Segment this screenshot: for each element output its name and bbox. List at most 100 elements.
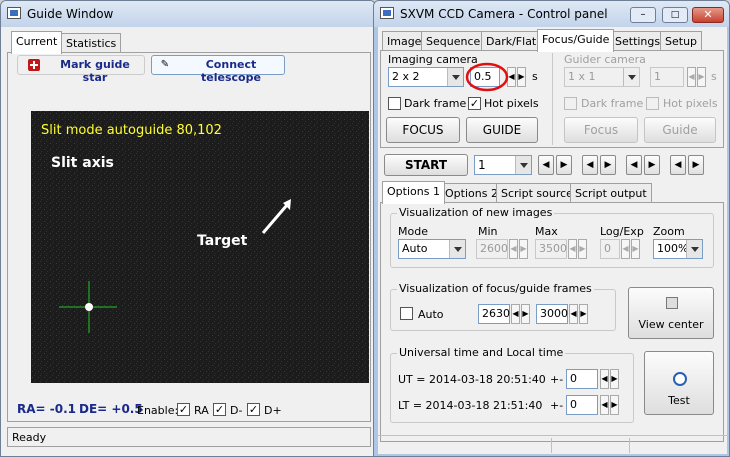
max-value: 3500 (539, 242, 567, 255)
count-select[interactable]: 1 (474, 155, 532, 175)
binning-select[interactable]: 2 x 2 (388, 67, 464, 87)
nav-left-2[interactable]: ◀ (582, 155, 598, 175)
min-label: Min (478, 225, 498, 238)
log-spin-left[interactable]: ◀ (621, 239, 630, 259)
guide-titlebar[interactable]: Guide Window (1, 1, 375, 27)
tab-options-2[interactable]: Options 2 (440, 183, 503, 203)
view-center-button[interactable]: View center (628, 287, 714, 339)
focus-max-value: 3000 (540, 307, 568, 320)
dplus-checkbox[interactable]: ✓ (247, 403, 260, 416)
log-value: 0 (604, 242, 611, 255)
log-label: Log/Exp (600, 225, 644, 238)
exposure-unit: s (532, 70, 538, 83)
zoom-select[interactable]: 100% (653, 239, 703, 259)
tab-statistics[interactable]: Statistics (61, 33, 122, 53)
focus-max-spin-left[interactable]: ◀ (569, 304, 578, 324)
nav-right-1[interactable]: ▶ (556, 155, 572, 175)
min-spin-right[interactable]: ▶ (519, 239, 528, 259)
slit-axis-label: Slit axis (51, 155, 114, 171)
chevron-down-icon (686, 240, 702, 258)
tab-options-1[interactable]: Options 1 (382, 181, 445, 204)
nav-left-4[interactable]: ◀ (670, 155, 686, 175)
nav-right-4[interactable]: ▶ (688, 155, 704, 175)
guider-exposure-spin-right[interactable]: ▶ (697, 67, 706, 87)
focus-min-spin-left[interactable]: ◀ (511, 304, 520, 324)
auto-checkbox[interactable] (400, 307, 413, 320)
min-value: 2600 (480, 242, 508, 255)
tab-setup[interactable]: Setup (660, 31, 703, 51)
focus-min-input[interactable]: 2630 (478, 304, 510, 324)
tab-settings[interactable]: Settings (610, 31, 666, 51)
de-readout: DE= +0.5 (79, 402, 143, 416)
tab-script-output[interactable]: Script output (570, 183, 652, 203)
max-spin-left[interactable]: ◀ (568, 239, 577, 259)
focus-button[interactable]: FOCUS (386, 117, 460, 143)
lt-offset-value: 0 (570, 398, 577, 411)
nav-right-2[interactable]: ▶ (600, 155, 616, 175)
minimize-button[interactable]: – (630, 7, 656, 23)
lt-offset-input[interactable]: 0 (566, 395, 598, 415)
max-spin-right[interactable]: ▶ (578, 239, 587, 259)
tab-dark-flat[interactable]: Dark/Flat (481, 31, 542, 51)
log-spin-right[interactable]: ▶ (631, 239, 640, 259)
tab-image[interactable]: Image (382, 31, 427, 51)
nav-right-3[interactable]: ▶ (644, 155, 660, 175)
status-text: Ready (12, 431, 47, 444)
connect-telescope-button[interactable]: ✎ Connect telescope (151, 55, 285, 84)
chevron-down-icon (515, 156, 531, 174)
ut-offset-input[interactable]: 0 (566, 369, 598, 389)
ccd-titlebar[interactable]: SXVM CCD Camera - Control panel – □ ✕ (374, 1, 729, 27)
lt-spin-right[interactable]: ▶ (610, 395, 619, 415)
guider-camera-label: Guider camera (564, 53, 646, 66)
panel-divider (552, 53, 553, 145)
target-label: Target (197, 233, 248, 249)
focus-max-input[interactable]: 3000 (536, 304, 568, 324)
guider-guide-button[interactable]: Guide (644, 117, 716, 143)
guider-dark-frame-label: Dark frame (581, 97, 644, 110)
tab-script-source[interactable]: Script source (496, 183, 578, 203)
lt-readout: LT = 2014-03-18 21:51:40 (398, 399, 543, 412)
ut-spin-right[interactable]: ▶ (610, 369, 619, 389)
nav-left-3[interactable]: ◀ (626, 155, 642, 175)
tab-current[interactable]: Current (11, 31, 63, 54)
dminus-checkbox[interactable]: ✓ (213, 403, 226, 416)
exposure-spin-right[interactable]: ▶ (517, 67, 526, 87)
max-input[interactable]: 3500 (535, 239, 567, 259)
ccd-window-title: SXVM CCD Camera - Control panel (400, 7, 608, 21)
app-icon (380, 7, 394, 19)
ra-checkbox[interactable]: ✓ (177, 403, 190, 416)
guider-dark-frame-checkbox[interactable] (564, 97, 577, 110)
guider-hot-pixels-checkbox[interactable] (646, 97, 659, 110)
focus-max-spin-right[interactable]: ▶ (579, 304, 588, 324)
guide-image[interactable]: Slit mode autoguide 80,102 Slit axis Tar… (31, 111, 369, 383)
status-cell-1 (378, 438, 552, 453)
guider-exposure-spin-left[interactable]: ◀ (687, 67, 696, 87)
lt-spin-left[interactable]: ◀ (600, 395, 609, 415)
guider-exposure-input[interactable]: 1 (650, 67, 684, 87)
log-input[interactable]: 0 (600, 239, 620, 259)
tab-sequence[interactable]: Sequence (421, 31, 486, 51)
zoom-value: 100% (657, 242, 689, 255)
crosshair-icon (666, 297, 678, 309)
maximize-button[interactable]: □ (662, 7, 688, 23)
focus-min-spin-right[interactable]: ▶ (521, 304, 530, 324)
guider-focus-button[interactable]: Focus (564, 117, 638, 143)
guide-button[interactable]: GUIDE (466, 117, 538, 143)
max-label: Max (535, 225, 558, 238)
mode-select[interactable]: Auto (398, 239, 466, 259)
guider-binning-select[interactable]: 1 x 1 (564, 67, 640, 87)
min-spin-left[interactable]: ◀ (509, 239, 518, 259)
enable-label: Enable: (137, 404, 179, 417)
focus-min-value: 2630 (482, 307, 510, 320)
start-button[interactable]: START (384, 154, 468, 176)
min-input[interactable]: 2600 (476, 239, 508, 259)
mark-guide-star-button[interactable]: Mark guide star (17, 55, 145, 84)
hot-pixels-checkbox[interactable]: ✓ (468, 97, 481, 110)
close-button[interactable]: ✕ (692, 7, 724, 23)
guider-hot-pixels-label: Hot pixels (663, 97, 718, 110)
tab-focus-guide[interactable]: Focus/Guide (537, 29, 615, 52)
ut-spin-left[interactable]: ◀ (600, 369, 609, 389)
dark-frame-checkbox[interactable] (388, 97, 401, 110)
nav-left-1[interactable]: ◀ (538, 155, 554, 175)
test-button[interactable]: Test (644, 351, 714, 415)
